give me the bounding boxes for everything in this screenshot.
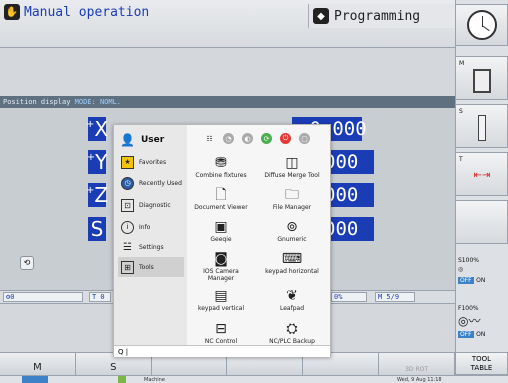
axis-z: + Z	[85, 183, 109, 207]
spindle-off-button[interactable]: OFF	[458, 277, 474, 284]
menu-search-input[interactable]: Q |	[114, 345, 330, 357]
app-document-viewer[interactable]: 🗋 Document Viewer	[191, 187, 251, 211]
spindle-override: S100% ◎ OFF ON	[458, 257, 508, 284]
feed-on-label[interactable]: ON	[476, 331, 485, 338]
app-keypad-vertical[interactable]: ▤ keypad vertical	[191, 288, 251, 312]
spindle-on-label[interactable]: ON	[476, 277, 485, 284]
taskbar: Machine Wed, 9 Aug 11:18	[0, 375, 508, 383]
keypad-icon: ⌨	[281, 251, 303, 267]
fixtures-icon: ⛃	[215, 155, 227, 171]
t-tool-button[interactable]: T ⇤⇥	[455, 152, 508, 196]
tools-icon: ⊞	[121, 260, 134, 274]
override-dial-icon: ◎	[458, 266, 464, 273]
leafpad-icon: ❦	[286, 288, 298, 304]
app-keypad-horizontal[interactable]: ⌨ keypad horizontal	[262, 251, 322, 275]
reset-icon[interactable]: ⟲	[20, 256, 34, 270]
axis-y: + Y	[86, 150, 108, 174]
clock-button[interactable]	[455, 4, 508, 46]
mode-left-label: Manual operation	[24, 4, 150, 20]
blank-panel	[0, 48, 455, 96]
m-function-button[interactable]: M	[455, 56, 508, 100]
tool-change-icon: ⇤⇥	[473, 170, 491, 181]
empty-right-button	[455, 200, 508, 244]
info-icon: i	[121, 220, 134, 234]
mode-right-label: Programming	[334, 8, 421, 24]
axis-x: + X	[85, 117, 109, 141]
machine-app-icon	[118, 376, 126, 383]
category-info[interactable]: i Info	[118, 217, 184, 237]
softkey-3d-rot[interactable]: 3D ROT	[379, 353, 455, 375]
document-icon: 🗋	[215, 187, 227, 203]
shutdown-icon[interactable]: ⏻	[280, 133, 291, 144]
taskbar-datetime: Wed, 9 Aug 11:18	[397, 377, 442, 383]
feed-off-button[interactable]: OFF	[458, 331, 474, 338]
clock-icon: ◷	[121, 176, 134, 190]
search-field-text: Q |	[118, 347, 129, 356]
app-gnumeric[interactable]: ⊚ Gnumeric	[262, 219, 322, 243]
mode-programming[interactable]: ◆ Programming	[308, 4, 456, 28]
status-percent: 0%	[331, 292, 367, 302]
tool-table-button[interactable]: TOOL TABLE	[455, 352, 508, 375]
category-diagnostic[interactable]: ⊡ Diagnostic	[118, 195, 184, 215]
image-icon: ▣	[214, 219, 228, 235]
feed-wave-icon: ◎〰	[458, 314, 481, 328]
category-tools[interactable]: ⊞ Tools	[118, 257, 184, 277]
diagnostic-icon: ⊡	[121, 198, 134, 212]
status-m: M 5/9	[375, 292, 415, 302]
app-ios-camera-manager[interactable]: ◙ IOS Camera Manager	[191, 251, 251, 282]
spreadsheet-icon: ⊚	[286, 219, 298, 235]
camera-icon: ◙	[214, 251, 228, 267]
axis-s: S	[88, 217, 106, 241]
menu-top-icons: ☷ ◔ ◐ ⟳ ⏻ ▢	[204, 133, 310, 144]
spindle-tool-icon	[478, 115, 486, 141]
settings-sliders-icon[interactable]: ☷	[204, 133, 215, 144]
lock-icon[interactable]: ◔	[223, 133, 234, 144]
switch-user-icon[interactable]: ◐	[242, 133, 253, 144]
nc-control-icon: ⊟	[215, 321, 227, 337]
taskbar-machine[interactable]: Machine	[144, 377, 165, 383]
exit-icon[interactable]: ▢	[299, 133, 310, 144]
application-menu: 👤 User ☷ ◔ ◐ ⟳ ⏻ ▢ ★ Favorites ◷ Recentl…	[113, 124, 331, 357]
star-folder-icon: ★	[121, 155, 134, 169]
app-geeqie[interactable]: ▣ Geeqie	[191, 219, 251, 243]
taskbar-start[interactable]	[22, 376, 48, 383]
reboot-icon[interactable]: ⟳	[261, 133, 272, 144]
mode-manual-operation[interactable]: ✋ Manual operation	[4, 4, 149, 20]
feed-override: F100% ◎〰 OFF ON	[458, 305, 508, 338]
settings-icon: ☱	[123, 241, 132, 253]
clock-icon	[467, 10, 497, 40]
app-diffuse-merge-tool[interactable]: ◫ Diffuse Merge Tool	[262, 155, 322, 179]
status-zero: ⚙0	[3, 292, 83, 302]
position-display-bar: Position display MODE: NOML.	[0, 96, 455, 108]
app-leafpad[interactable]: ❦ Leafpad	[262, 288, 322, 312]
merge-icon: ◫	[285, 155, 299, 171]
keypad-vertical-icon: ▤	[214, 288, 228, 304]
softkey-m[interactable]: M	[0, 353, 76, 375]
app-nc-control[interactable]: ⊟ NC Control	[191, 321, 251, 345]
app-nc-plc-backup[interactable]: ⛭ NC/PLC Backup	[262, 321, 322, 345]
user-menu[interactable]: 👤 User	[120, 133, 164, 147]
user-icon: 👤	[120, 133, 135, 147]
m-function-icon	[473, 69, 491, 93]
backup-icon: ⛭	[286, 321, 298, 337]
category-recently-used[interactable]: ◷ Recently Used	[118, 173, 184, 193]
folder-icon: 🗀	[285, 187, 299, 203]
category-settings[interactable]: ☱ Settings	[118, 237, 184, 257]
s-spindle-button[interactable]: S	[455, 104, 508, 148]
category-favorites[interactable]: ★ Favorites	[118, 152, 184, 172]
app-combine-fixtures[interactable]: ⛃ Combine fixtures	[191, 155, 251, 179]
hand-icon: ✋	[4, 4, 20, 20]
status-tool: T 0	[89, 292, 111, 302]
program-icon: ◆	[313, 8, 329, 24]
app-file-manager[interactable]: 🗀 File Manager	[262, 187, 322, 211]
